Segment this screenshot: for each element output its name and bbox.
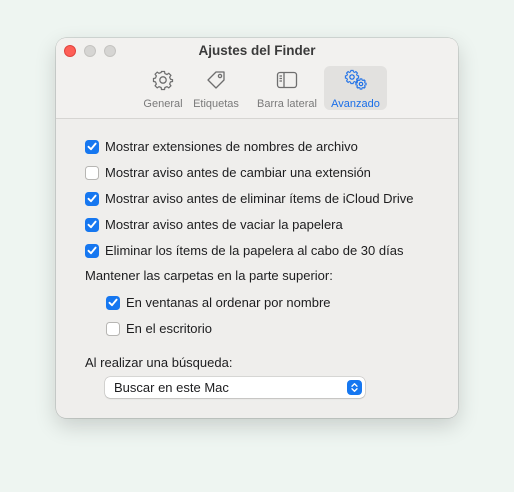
select-value: Buscar en este Mac: [114, 380, 229, 395]
sidebar-icon: [275, 66, 299, 96]
tab-barra-lateral[interactable]: Barra lateral: [250, 66, 324, 110]
tab-etiquetas[interactable]: Etiquetas: [186, 66, 246, 110]
tag-icon: [205, 66, 227, 96]
checkbox-row[interactable]: Eliminar los ítems de la papelera al cab…: [85, 243, 403, 258]
checkbox-label: En ventanas al ordenar por nombre: [126, 295, 331, 310]
checkbox-row[interactable]: En el escritorio: [106, 321, 212, 336]
checkbox-checked[interactable]: [85, 191, 99, 206]
search-heading: Al realizar una búsqueda:: [85, 355, 233, 370]
checkbox-checked[interactable]: [106, 295, 120, 310]
checkbox-row[interactable]: Mostrar extensiones de nombres de archiv…: [85, 139, 358, 154]
tab-label: Etiquetas: [193, 98, 239, 110]
checkbox-label: Eliminar los ítems de la papelera al cab…: [105, 243, 404, 258]
gears-icon: [342, 66, 370, 96]
checkbox-row[interactable]: En ventanas al ordenar por nombre: [106, 295, 331, 310]
tab-label: General: [143, 98, 183, 110]
chevron-up-down-icon: [347, 380, 362, 395]
title-bar: Ajustes del Finder General Etiquetas Bar…: [56, 38, 458, 119]
checkbox-row[interactable]: Mostrar aviso antes de eliminar ítems de…: [85, 191, 414, 206]
finder-settings-window: Ajustes del Finder General Etiquetas Bar…: [56, 38, 458, 418]
tab-avanzado[interactable]: Avanzado: [324, 66, 387, 110]
gear-icon: [152, 66, 174, 96]
search-scope-select[interactable]: Buscar en este Mac: [105, 377, 365, 398]
checkbox-label: En el escritorio: [126, 321, 212, 336]
checkbox-checked[interactable]: [85, 243, 99, 258]
checkbox-checked[interactable]: [85, 139, 99, 154]
checkbox-unchecked[interactable]: [106, 321, 120, 336]
tab-label: Avanzado: [331, 98, 380, 110]
tab-label: Barra lateral: [257, 98, 317, 110]
checkbox-label: Mostrar aviso antes de eliminar ítems de…: [105, 191, 414, 206]
window-title: Ajustes del Finder: [198, 43, 316, 58]
checkbox-row[interactable]: Mostrar aviso antes de cambiar una exten…: [85, 165, 371, 180]
checkbox-label: Mostrar aviso antes de cambiar una exten…: [105, 165, 371, 180]
checkbox-row[interactable]: Mostrar aviso antes de vaciar la papeler…: [85, 217, 343, 232]
folders-on-top-heading: Mantener las carpetas en la parte superi…: [85, 268, 333, 283]
checkbox-unchecked[interactable]: [85, 165, 99, 180]
checkbox-label: Mostrar aviso antes de vaciar la papeler…: [105, 217, 343, 232]
checkbox-checked[interactable]: [85, 217, 99, 232]
checkbox-label: Mostrar extensiones de nombres de archiv…: [105, 139, 358, 154]
